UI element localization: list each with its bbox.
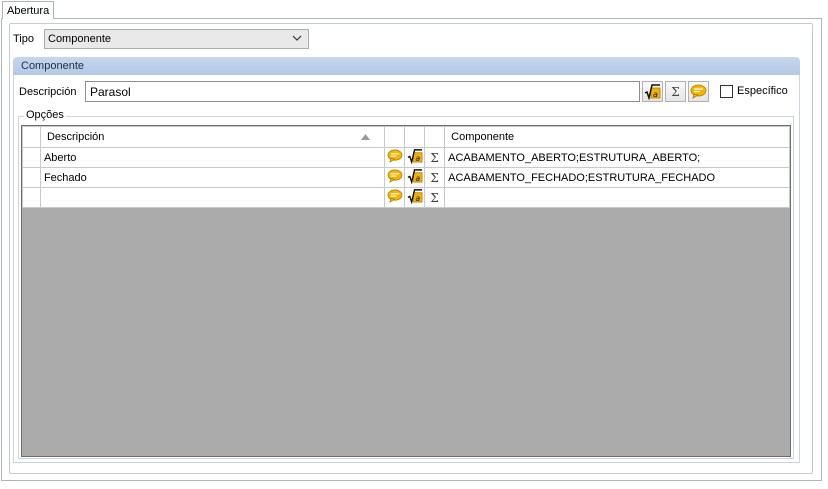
column-header-icon [404,126,426,148]
table-row[interactable]: Fechado a Σ ACABAMENTO_FECHADO;ESTRUTURA… [22,167,790,188]
sort-asc-icon [361,134,371,140]
formula-cell-button[interactable]: a [404,147,426,168]
group-title: Componente [21,60,84,72]
descripcion-cell-text: Fechado [43,171,87,184]
sigma-cell-button[interactable]: Σ [424,147,446,168]
formula-icon: a [407,169,423,185]
svg-text:a: a [653,90,658,99]
column-header-icon [384,126,406,148]
sigma-cell-button[interactable]: Σ [424,167,446,188]
group-header-componente: Componente [13,57,800,75]
sigma-icon: Σ [430,170,439,185]
svg-text:a: a [415,194,420,203]
descripcion-input[interactable]: Parasol [85,81,640,102]
column-header-label: Componente [451,131,515,143]
comment-cell-button[interactable] [384,167,406,188]
tab-abertura[interactable]: Abertura [2,1,54,19]
tipo-label: Tipo [13,33,34,45]
formula-button[interactable]: a [642,81,663,102]
formula-icon: a [407,189,423,205]
table-row[interactable]: a Σ [22,187,790,208]
row-header[interactable] [22,167,41,188]
opcoes-grid[interactable]: Descripción Componente Aberto a Σ ACABAM… [21,125,791,457]
descripcion-cell-text: Aberto [43,151,77,164]
svg-text:a: a [415,154,420,163]
column-header-componente[interactable]: Componente [444,126,790,148]
especifico-checkbox[interactable] [720,85,733,98]
comment-icon [690,84,707,99]
column-header-icon [424,126,446,148]
descripcion-cell[interactable] [39,187,386,208]
chevron-down-icon [292,35,302,41]
comment-icon [387,189,403,203]
opcoes-legend: Opções [24,109,66,121]
column-header-descripcion[interactable]: Descripción [39,126,386,148]
sigma-cell-button[interactable]: Σ [424,187,446,208]
tipo-select[interactable]: Componente [44,29,309,49]
componente-cell-text: ACABAMENTO_FECHADO;ESTRUTURA_FECHADO [448,171,716,184]
formula-cell-button[interactable]: a [404,187,426,208]
sigma-icon: Σ [430,150,439,165]
comment-icon [387,169,403,183]
comment-cell-button[interactable] [384,187,406,208]
comment-icon [387,149,403,163]
tab-label: Abertura [7,5,50,17]
column-header-label: Descripción [46,131,105,143]
componente-cell[interactable]: ACABAMENTO_FECHADO;ESTRUTURA_FECHADO [444,167,790,188]
table-row[interactable]: Aberto a Σ ACABAMENTO_ABERTO;ESTRUTURA_A… [22,147,790,168]
tipo-select-value: Componente [48,33,111,45]
componente-cell-text: ACABAMENTO_ABERTO;ESTRUTURA_ABERTO; [448,151,701,164]
row-header[interactable] [22,187,41,208]
svg-text:a: a [415,174,420,183]
sigma-icon: Σ [671,84,680,99]
componente-cell[interactable] [444,187,790,208]
descripcion-input-value: Parasol [90,85,131,99]
descripcion-label: Descripción [19,86,77,98]
componente-cell[interactable]: ACABAMENTO_ABERTO;ESTRUTURA_ABERTO; [444,147,790,168]
row-header-corner [22,126,41,148]
grid-header-row: Descripción Componente [22,126,790,148]
opcoes-table: Descripción Componente Aberto a Σ ACABAM… [22,126,790,208]
formula-icon: a [644,84,661,100]
comment-button[interactable] [688,81,709,102]
especifico-label: Específico [737,85,788,97]
descripcion-cell[interactable]: Aberto [39,147,386,168]
comment-cell-button[interactable] [384,147,406,168]
formula-icon: a [407,149,423,165]
sigma-button[interactable]: Σ [665,81,686,102]
row-header[interactable] [22,147,41,168]
descripcion-cell[interactable]: Fechado [39,167,386,188]
sigma-icon: Σ [430,190,439,205]
formula-cell-button[interactable]: a [404,167,426,188]
